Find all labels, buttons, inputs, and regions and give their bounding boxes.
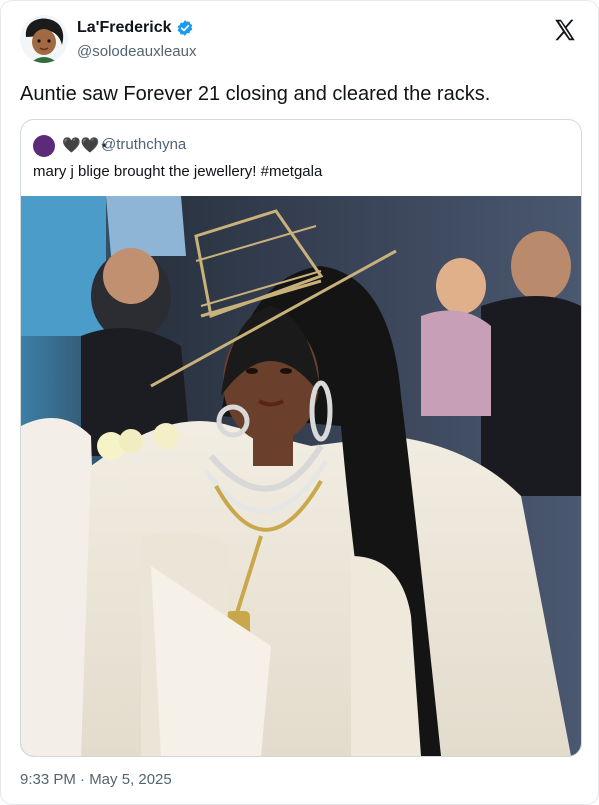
- quoted-author-avatar[interactable]: [33, 135, 55, 157]
- verified-badge-icon: [177, 20, 192, 36]
- tweet-timestamp[interactable]: 9:33 PM · May 5, 2025: [20, 771, 172, 788]
- quoted-author-handle[interactable]: @truthchyna: [101, 136, 186, 153]
- author-avatar[interactable]: [20, 15, 68, 63]
- quoted-tweet-text: mary j blige brought the jewellery! #met…: [33, 163, 323, 180]
- tweet-card: La'Frederick @solodeauxleaux Auntie saw …: [0, 0, 599, 805]
- x-logo-icon[interactable]: [552, 17, 578, 43]
- quoted-tweet-photo[interactable]: [21, 196, 581, 756]
- author-handle[interactable]: @solodeauxleaux: [77, 43, 196, 60]
- author-display-name[interactable]: La'Frederick: [77, 19, 172, 37]
- cartoon-avatar-icon: [20, 15, 68, 63]
- author-name-row[interactable]: La'Frederick: [77, 19, 194, 37]
- met-gala-photo-illustration: [21, 196, 581, 756]
- tweet-text: Auntie saw Forever 21 closing and cleare…: [20, 83, 491, 105]
- quoted-tweet[interactable]: 🖤🖤⋆ @truthchyna mary j blige brought the…: [20, 119, 582, 757]
